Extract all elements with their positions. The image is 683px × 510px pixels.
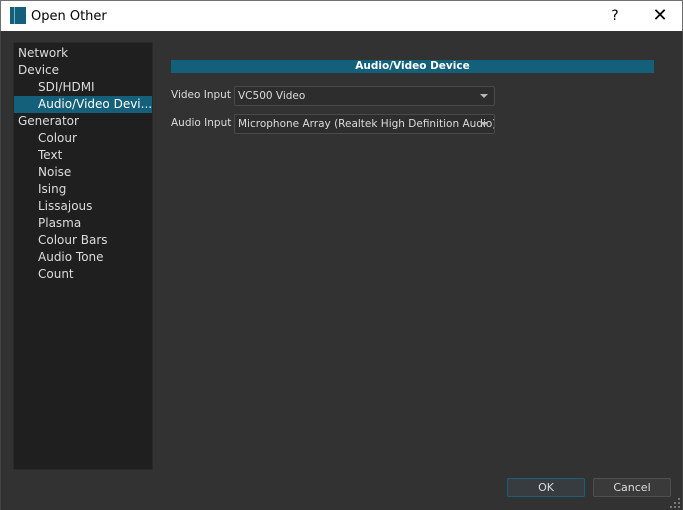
tree-item-colour-bars[interactable]: Colour Bars <box>14 232 152 249</box>
help-button[interactable]: ? <box>601 5 629 29</box>
audio-input-value: Microphone Array (Realtek High Definitio… <box>238 118 495 130</box>
tree-item-generator[interactable]: Generator <box>14 113 152 130</box>
audio-input-select[interactable]: Microphone Array (Realtek High Definitio… <box>234 114 495 134</box>
video-input-row: Video Input VC500 Video <box>171 86 501 106</box>
tree-item-plasma[interactable]: Plasma <box>14 215 152 232</box>
tree-item-noise[interactable]: Noise <box>14 164 152 181</box>
window-title: Open Other <box>31 9 107 24</box>
tree-item-text[interactable]: Text <box>14 147 152 164</box>
chevron-down-icon <box>480 94 488 98</box>
tree-item-network[interactable]: Network <box>14 45 152 62</box>
section-header: Audio/Video Device <box>171 60 654 73</box>
ok-button[interactable]: OK <box>507 478 585 497</box>
tree-item-ising[interactable]: Ising <box>14 181 152 198</box>
audio-input-row: Audio Input Microphone Array (Realtek Hi… <box>171 114 501 134</box>
video-input-label: Video Input <box>171 89 231 101</box>
source-tree[interactable]: Network Device SDI/HDMI Audio/Video Devi...… <box>13 42 153 470</box>
chevron-down-icon <box>480 122 488 126</box>
close-button[interactable]: ✕ <box>643 5 677 29</box>
tree-item-colour[interactable]: Colour <box>14 130 152 147</box>
title-bar: Open Other ? ✕ <box>0 0 683 31</box>
tree-item-count[interactable]: Count <box>14 266 152 283</box>
tree-item-sdi-hdmi[interactable]: SDI/HDMI <box>14 79 152 96</box>
tree-item-lissajous[interactable]: Lissajous <box>14 198 152 215</box>
tree-item-audio-tone[interactable]: Audio Tone <box>14 249 152 266</box>
tree-item-device[interactable]: Device <box>14 62 152 79</box>
cancel-button[interactable]: Cancel <box>593 478 671 497</box>
audio-input-label: Audio Input <box>171 117 232 129</box>
dialog-body: Network Device SDI/HDMI Audio/Video Devi...… <box>0 31 683 510</box>
video-input-select[interactable]: VC500 Video <box>234 86 495 106</box>
app-icon <box>10 7 26 24</box>
video-input-value: VC500 Video <box>238 90 306 102</box>
tree-item-audio-video-devi[interactable]: Audio/Video Devi... <box>14 96 152 113</box>
resize-grip-icon[interactable] <box>670 498 680 508</box>
